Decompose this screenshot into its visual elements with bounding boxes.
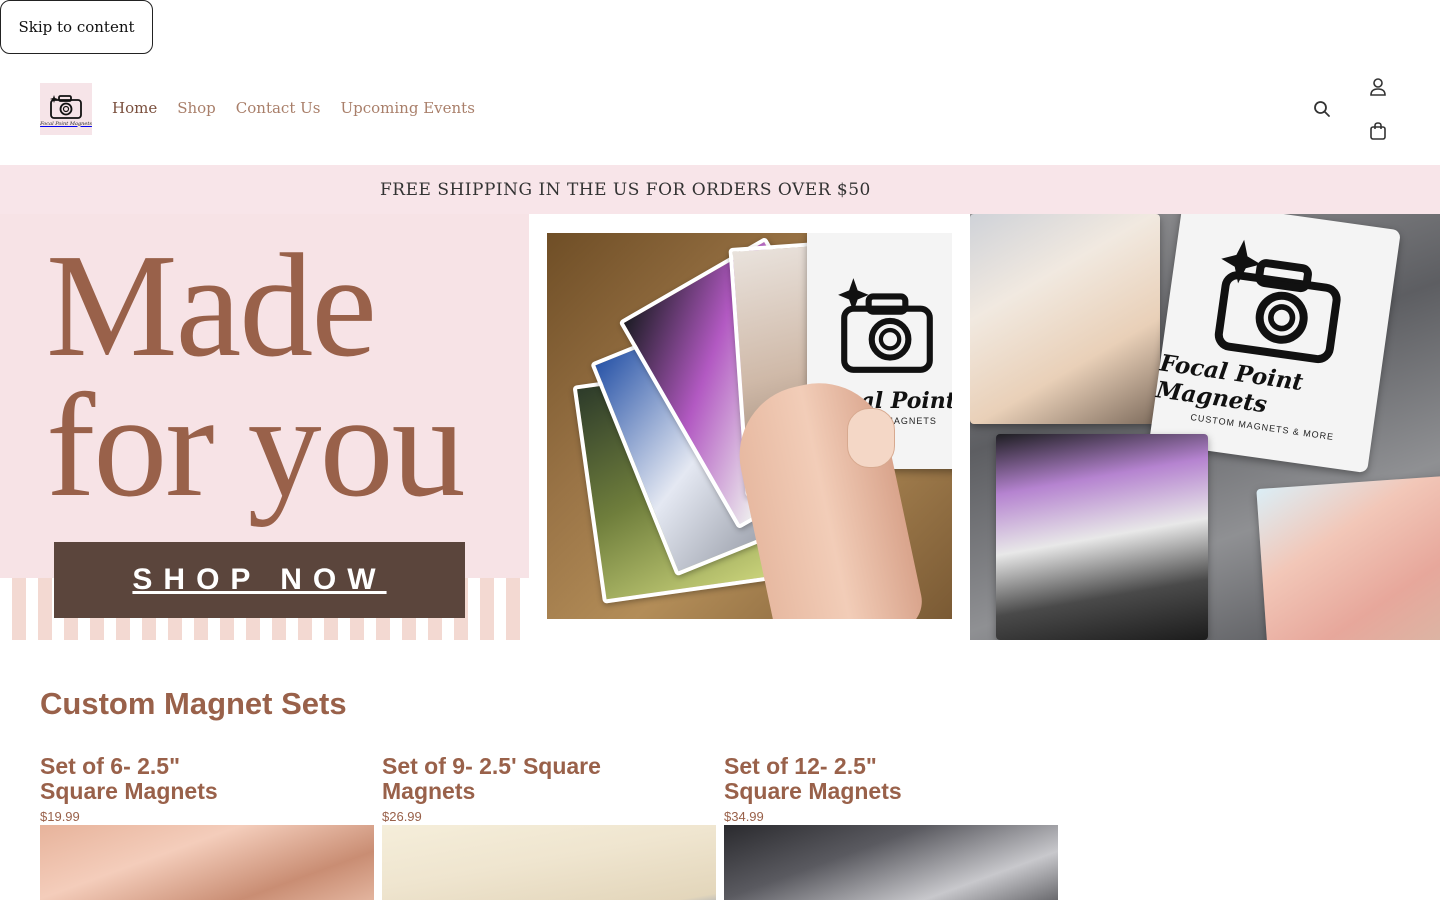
product-card[interactable]: Set of 9- 2.5' Square Magnets $26.99 [382, 754, 716, 900]
cart-button[interactable] [1366, 119, 1390, 143]
nav-item-home[interactable]: Home [112, 99, 157, 117]
product-image[interactable] [382, 825, 716, 900]
site-header: Focal Point Magnets Home Shop Contact Us… [0, 54, 1440, 165]
hero-text-panel: Made for you SHOP NOW [0, 214, 530, 640]
collection-title: Custom Magnet Sets [40, 686, 347, 721]
camera-logo-icon [1214, 239, 1341, 363]
product-price: $34.99 [724, 809, 764, 824]
logo-text: Focal Point Magnets [40, 120, 92, 127]
product-price: $26.99 [382, 809, 422, 824]
nav-item-shop[interactable]: Shop [177, 99, 216, 117]
hero-headline-line1: Made [46, 224, 377, 388]
announcement-bar: FREE SHIPPING IN THE US FOR ORDERS OVER … [0, 165, 1440, 214]
product-price: $19.99 [40, 809, 80, 824]
thumbnail-shape [847, 408, 895, 468]
window-photo-magnet [996, 434, 1208, 640]
baby-flower-photo-magnet [1256, 475, 1440, 640]
product-title[interactable]: Set of 9- 2.5' Square Magnets [382, 754, 602, 804]
product-title[interactable]: Set of 6- 2.5" Square Magnets [40, 754, 260, 804]
hero-photo-frame: Focal Point CUSTOM MAGNETS [547, 233, 952, 619]
account-button[interactable] [1366, 75, 1390, 99]
hero-headline: Made for you [46, 224, 526, 528]
camera-logo-icon [838, 278, 933, 373]
hero-headline-line2: for you [46, 364, 466, 528]
shop-now-button[interactable]: SHOP NOW [54, 542, 465, 618]
product-card[interactable]: Set of 12- 2.5" Square Magnets $34.99 [724, 754, 1058, 900]
main-nav: Home Shop Contact Us Upcoming Events [112, 99, 475, 117]
baby-photo-magnet [970, 214, 1160, 424]
account-icon [1370, 78, 1386, 96]
search-button[interactable] [1310, 97, 1334, 121]
hero-photo-hand-magnets: Focal Point CUSTOM MAGNETS [529, 214, 971, 640]
search-icon [1314, 101, 1330, 117]
cart-icon [1370, 122, 1386, 140]
hero-banner: Made for you SHOP NOW Focal Point CUSTOM… [0, 214, 1440, 640]
nav-item-upcoming-events[interactable]: Upcoming Events [340, 99, 474, 117]
camera-logo-icon [50, 94, 82, 119]
skip-to-content-link[interactable]: Skip to content [0, 0, 153, 54]
product-title[interactable]: Set of 12- 2.5" Square Magnets [724, 754, 944, 804]
nav-item-contact-us[interactable]: Contact Us [236, 99, 321, 117]
product-image[interactable] [40, 825, 374, 900]
product-image[interactable] [724, 825, 1058, 900]
announcement-text: FREE SHIPPING IN THE US FOR ORDERS OVER … [380, 179, 871, 200]
hero-photo-fridge-magnets: Focal Point Magnets CUSTOM MAGNETS & MOR… [970, 214, 1440, 640]
site-logo[interactable]: Focal Point Magnets [40, 83, 92, 135]
product-card[interactable]: Set of 6- 2.5" Square Magnets $19.99 [40, 754, 374, 900]
